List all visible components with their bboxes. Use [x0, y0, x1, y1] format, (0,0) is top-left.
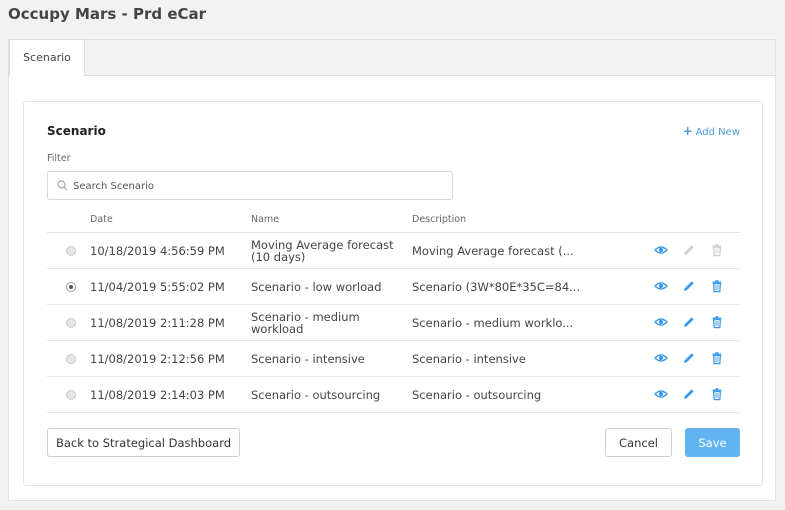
row-radio[interactable] — [66, 390, 76, 400]
table-row[interactable]: 10/18/2019 4:56:59 PM Moving Average fore… — [47, 233, 740, 269]
add-new-link[interactable]: + Add New — [683, 124, 740, 138]
trash-icon[interactable] — [710, 315, 724, 329]
row-description: Scenario - intensive — [412, 351, 526, 366]
column-header-name: Name — [251, 214, 280, 225]
tab-bar: Scenario — [9, 39, 775, 76]
row-name: Scenario - intensive — [251, 351, 365, 366]
table-row[interactable]: 11/08/2019 2:14:03 PM Scenario - outsourc… — [47, 377, 740, 413]
trash-icon[interactable] — [710, 243, 724, 257]
eye-icon[interactable] — [654, 351, 668, 365]
row-name: Scenario - outsourcing — [251, 387, 381, 402]
cancel-button[interactable]: Cancel — [605, 428, 672, 457]
table-row[interactable]: 11/08/2019 2:11:28 PM Scenario - medium w… — [47, 305, 740, 341]
row-description: Scenario - medium worklo... — [412, 315, 574, 330]
back-to-dashboard-button[interactable]: Back to Strategical Dashboard — [47, 428, 240, 457]
trash-icon[interactable] — [710, 387, 724, 401]
trash-icon[interactable] — [710, 279, 724, 293]
row-date: 11/08/2019 2:14:03 PM — [90, 387, 225, 402]
eye-icon[interactable] — [654, 315, 668, 329]
card-title: Scenario — [47, 124, 106, 138]
trash-icon[interactable] — [710, 351, 724, 365]
row-name: Scenario - low worload — [251, 279, 382, 294]
eye-icon[interactable] — [654, 279, 668, 293]
page-title: Occupy Mars - Prd eCar — [8, 5, 207, 23]
search-icon — [57, 180, 68, 191]
table-row[interactable]: 11/04/2019 5:55:02 PM Scenario - low worl… — [47, 269, 740, 305]
row-name: Scenario - medium workload — [251, 309, 360, 336]
pencil-icon[interactable] — [682, 315, 696, 329]
row-radio[interactable] — [66, 246, 76, 256]
search-box[interactable] — [47, 171, 453, 200]
row-date: 11/04/2019 5:55:02 PM — [90, 279, 225, 294]
row-name: Moving Average forecast (10 days) — [251, 237, 394, 264]
row-date: 10/18/2019 4:56:59 PM — [90, 243, 225, 258]
pencil-icon[interactable] — [682, 243, 696, 257]
filter-label: Filter — [47, 153, 71, 164]
row-radio[interactable] — [66, 318, 76, 328]
eye-icon[interactable] — [654, 243, 668, 257]
pencil-icon[interactable] — [682, 351, 696, 365]
column-header-description: Description — [412, 214, 467, 225]
tab-scenario[interactable]: Scenario — [9, 39, 85, 76]
row-date: 11/08/2019 2:12:56 PM — [90, 351, 225, 366]
row-date: 11/08/2019 2:11:28 PM — [90, 315, 225, 330]
row-radio[interactable] — [66, 354, 76, 364]
scenario-card: Scenario +Add New Filter Date Name Descr… — [23, 101, 763, 486]
eye-icon[interactable] — [654, 387, 668, 401]
add-new-label: Add New — [695, 127, 740, 138]
row-description: Scenario - outsourcing — [412, 387, 542, 402]
row-radio[interactable] — [66, 282, 76, 292]
column-header-date: Date — [90, 214, 113, 225]
row-description: Scenario (3W*80E*35C=84... — [412, 279, 581, 294]
save-button[interactable]: Save — [685, 428, 740, 457]
pencil-icon[interactable] — [682, 387, 696, 401]
table-row[interactable]: 11/08/2019 2:12:56 PM Scenario - intensiv… — [47, 341, 740, 377]
search-input[interactable] — [73, 177, 443, 195]
main-panel: Scenario Scenario +Add New Filter Date N… — [8, 39, 776, 501]
pencil-icon[interactable] — [682, 279, 696, 293]
row-description: Moving Average forecast (... — [412, 243, 574, 258]
plus-icon: + — [682, 124, 693, 138]
